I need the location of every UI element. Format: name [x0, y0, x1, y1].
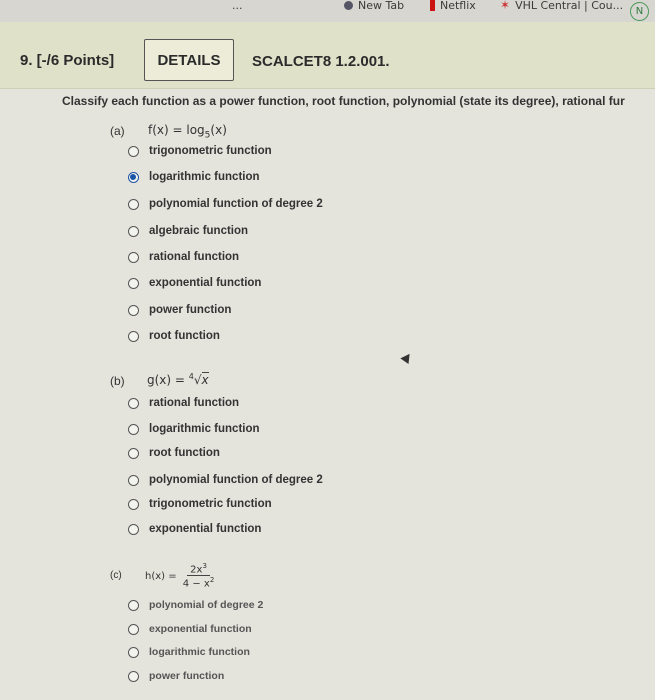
- part-a-function-lhs: f(x) = log: [148, 123, 205, 137]
- radio-button[interactable]: [128, 623, 139, 635]
- part-b-option-trigonometric-function[interactable]: trigonometric function: [128, 495, 272, 513]
- part-c-label: (c): [110, 570, 122, 581]
- radio-button[interactable]: [128, 225, 139, 237]
- part-a-option-rational-function[interactable]: rational function: [128, 248, 239, 266]
- radio-button[interactable]: [128, 171, 139, 183]
- option-label: polynomial function of degree 2: [149, 474, 323, 486]
- part-b-option-root-function[interactable]: root function: [128, 444, 220, 462]
- profile-avatar[interactable]: N: [630, 2, 649, 21]
- part-c-numerator: 2x: [190, 564, 203, 576]
- radio-button[interactable]: [128, 523, 139, 535]
- part-c-numerator-exp: 3: [202, 562, 207, 570]
- bookmark-netflix[interactable]: Netflix: [430, 0, 476, 14]
- part-c-denominator: 4 − x: [182, 578, 210, 590]
- bookmark-vhl-label: VHL Central | Cou...: [515, 0, 624, 12]
- details-button[interactable]: DETAILS: [144, 39, 234, 81]
- option-label: algebraic function: [149, 225, 249, 237]
- part-c-option-exponential-function[interactable]: exponential function: [128, 620, 252, 638]
- option-label: exponential function: [149, 277, 262, 289]
- part-b-option-logarithmic-function[interactable]: logarithmic function: [128, 420, 260, 438]
- part-b-function-lhs: g(x) =: [147, 373, 189, 387]
- part-c-option-power-function[interactable]: power function: [128, 667, 224, 685]
- part-a-label: (a): [110, 124, 125, 138]
- option-label: exponential function: [149, 623, 252, 635]
- radio-button[interactable]: [128, 423, 139, 435]
- question-number: 9. [-/6 Points]: [20, 52, 115, 69]
- part-c-option-polynomial-of-degree-2[interactable]: polynomial of degree 2: [128, 596, 263, 614]
- radio-button[interactable]: [128, 330, 139, 342]
- radio-button[interactable]: [128, 145, 139, 157]
- part-b-radicand: x: [201, 372, 209, 387]
- part-b-label: (b): [110, 374, 125, 388]
- bookmark-vhl-central[interactable]: ✶ VHL Central | Cou...: [500, 0, 623, 14]
- part-c-function-lhs: h(x) =: [145, 570, 180, 582]
- part-a-option-logarithmic-function[interactable]: logarithmic function: [128, 168, 260, 186]
- instructions-text: Classify each function as a power functi…: [62, 94, 625, 108]
- option-label: rational function: [149, 251, 240, 263]
- part-b-option-rational-function[interactable]: rational function: [128, 394, 239, 412]
- bookmarks-bar: ... New Tab Netflix ✶ VHL Central | Cou.…: [0, 0, 655, 23]
- part-a-option-trigonometric-function[interactable]: trigonometric function: [128, 142, 272, 160]
- question-code: SCALCET8 1.2.001.: [252, 53, 390, 70]
- radio-button[interactable]: [128, 447, 139, 459]
- option-label: trigonometric function: [149, 145, 272, 157]
- part-b-option-exponential-function[interactable]: exponential function: [128, 520, 261, 538]
- part-a-option-algebraic-function[interactable]: algebraic function: [128, 222, 248, 240]
- bookmark-netflix-label: Netflix: [440, 0, 476, 12]
- option-label: exponential function: [149, 523, 262, 535]
- option-label: trigonometric function: [149, 498, 272, 510]
- option-label: logarithmic function: [149, 171, 260, 183]
- radio-button[interactable]: [128, 198, 139, 210]
- radio-button[interactable]: [128, 599, 139, 611]
- netflix-icon: [430, 0, 435, 11]
- part-b-function: g(x) = 4√x: [147, 372, 209, 387]
- radio-button[interactable]: [128, 277, 139, 289]
- part-c-option-logarithmic-function[interactable]: logarithmic function: [128, 643, 250, 661]
- part-c-fraction: 2x3 4 − x2: [180, 562, 218, 590]
- new-tab-icon: [344, 0, 353, 10]
- part-a-function: f(x) = log5(x): [148, 123, 227, 140]
- option-label: rational function: [149, 397, 240, 409]
- bookmark-truncated-label: ...: [232, 0, 243, 12]
- part-c-denominator-exp: 2: [209, 576, 215, 585]
- question-content: Classify each function as a power functi…: [0, 88, 655, 700]
- option-label: polynomial function of degree 2: [149, 198, 323, 210]
- mouse-cursor: [400, 350, 414, 365]
- option-label: logarithmic function: [149, 423, 260, 435]
- radio-button[interactable]: [128, 646, 139, 658]
- option-label: root function: [149, 330, 220, 342]
- part-a-option-exponential-function[interactable]: exponential function: [128, 274, 261, 292]
- part-a-function-rhs: (x): [210, 123, 227, 137]
- option-label: logarithmic function: [149, 646, 250, 658]
- radio-button[interactable]: [128, 474, 139, 486]
- radio-button[interactable]: [128, 251, 139, 263]
- bookmark-new-tab-label: New Tab: [358, 0, 405, 12]
- option-label: power function: [149, 670, 225, 682]
- option-label: root function: [149, 447, 220, 459]
- vhl-icon: ✶: [500, 0, 511, 12]
- part-a-option-polynomial-function-of-degree-2[interactable]: polynomial function of degree 2: [128, 195, 323, 213]
- question-header: 9. [-/6 Points] DETAILS SCALCET8 1.2.001…: [0, 22, 655, 89]
- bookmark-new-tab[interactable]: New Tab: [344, 0, 404, 14]
- bookmark-truncated[interactable]: ...: [232, 0, 243, 14]
- radio-button[interactable]: [128, 670, 139, 682]
- part-b-option-polynomial-function-of-degree-2[interactable]: polynomial function of degree 2: [128, 471, 323, 489]
- radio-button[interactable]: [128, 498, 139, 510]
- part-a-option-root-function[interactable]: root function: [128, 327, 220, 345]
- option-label: polynomial of degree 2: [149, 599, 264, 611]
- option-label: power function: [149, 304, 232, 316]
- radio-button[interactable]: [128, 397, 139, 409]
- radio-button[interactable]: [128, 304, 139, 316]
- part-c-function: h(x) = 2x3 4 − x2: [145, 562, 217, 590]
- part-a-option-power-function[interactable]: power function: [128, 301, 231, 319]
